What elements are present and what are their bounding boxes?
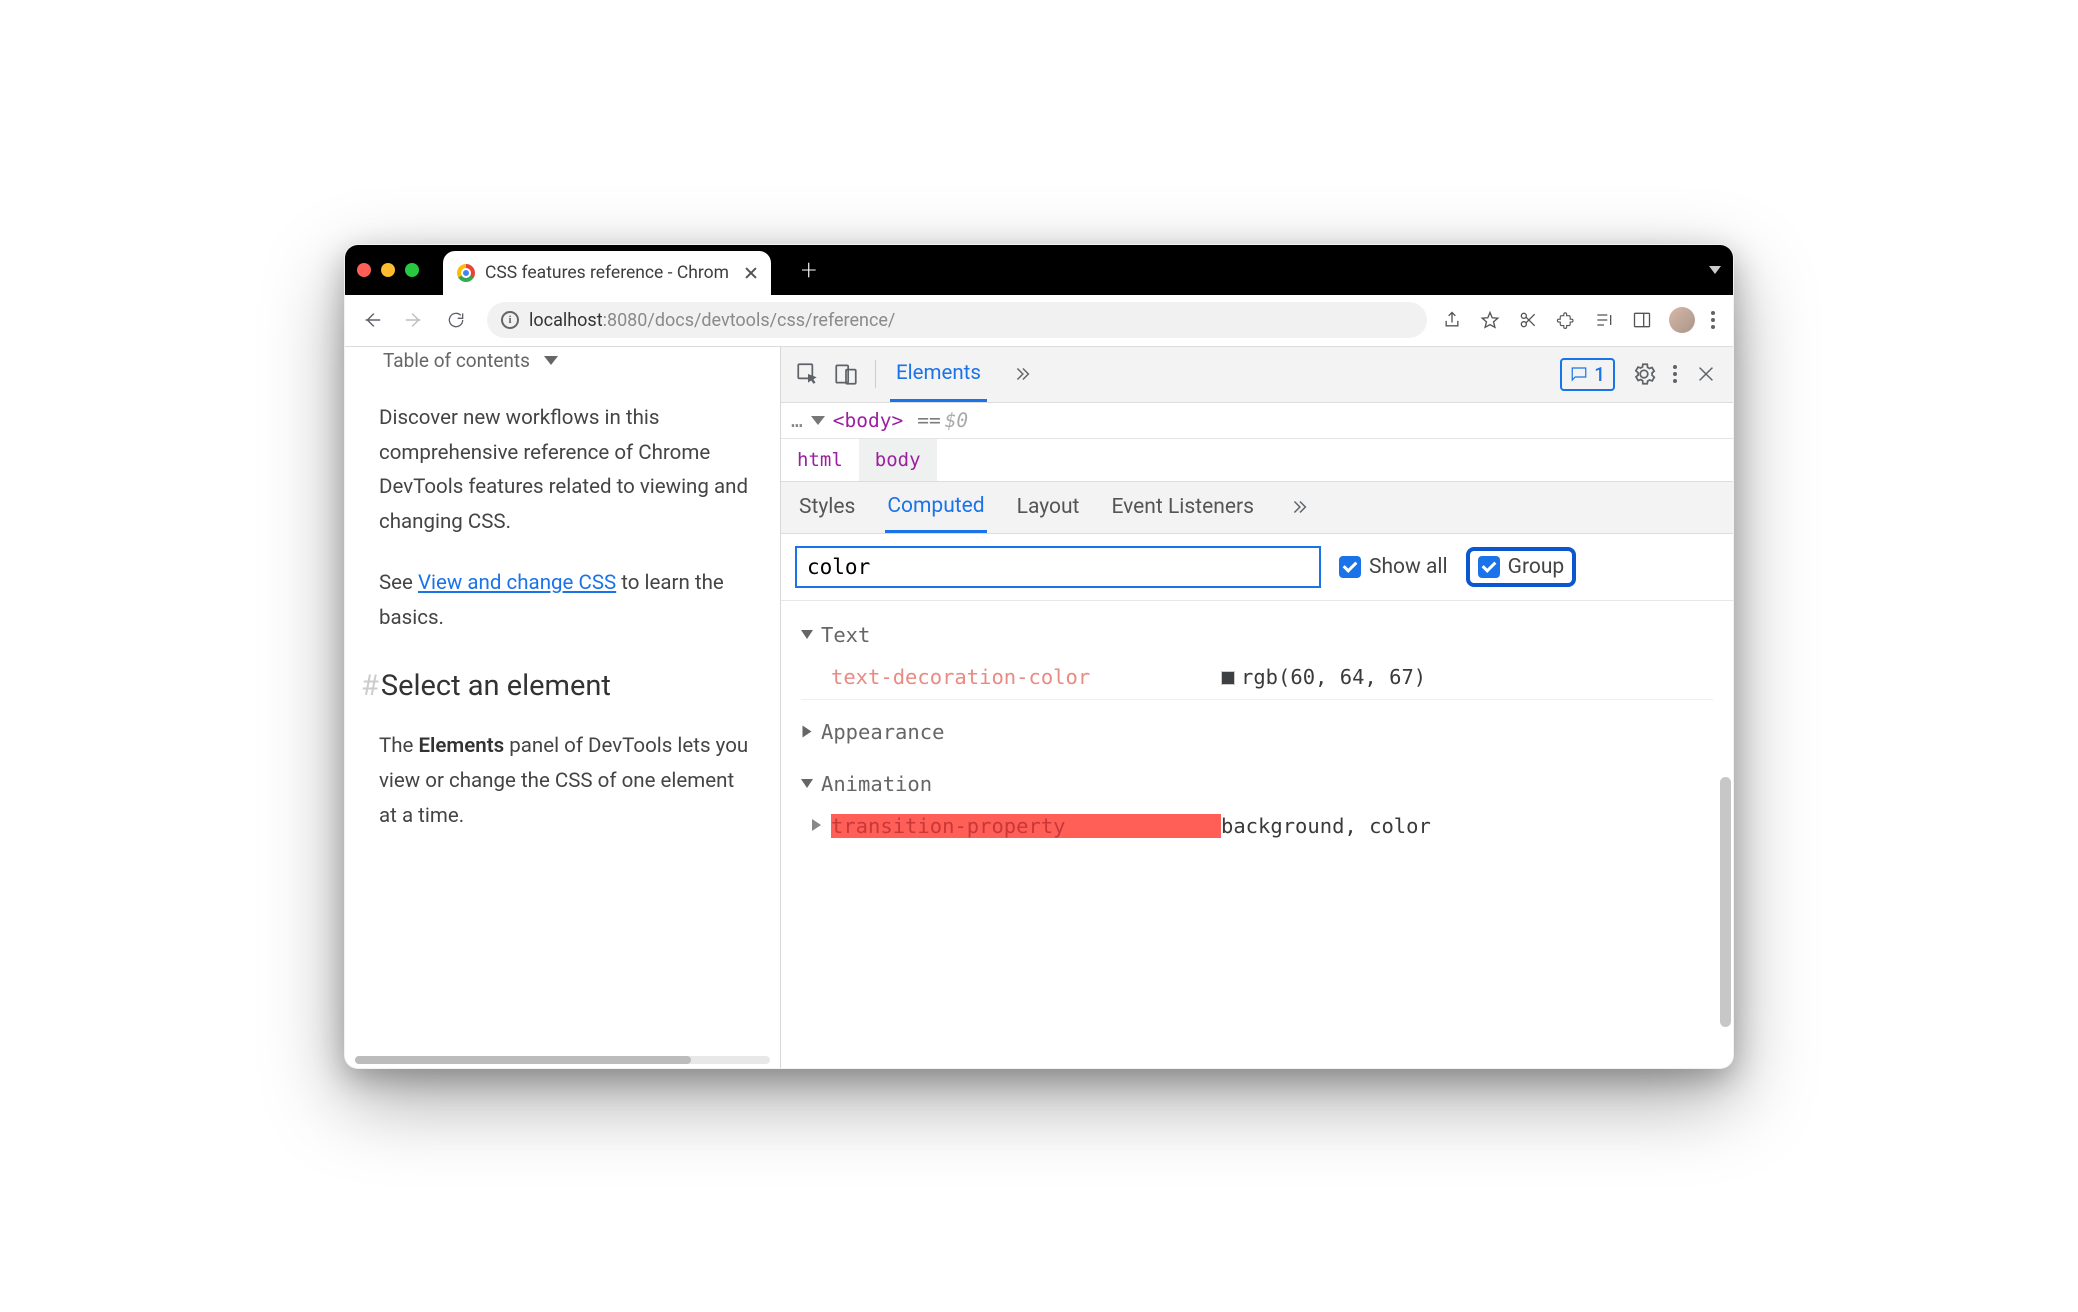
back-button[interactable] [355,303,389,337]
dom-dollar-zero: $0 [945,409,968,432]
breadcrumb-body[interactable]: body [859,439,937,481]
device-toolbar-icon[interactable] [831,359,861,389]
group-header-text[interactable]: Text [801,615,1713,655]
content-area: Table of contents Discover new workflows… [345,347,1733,1068]
tabs-menu-chevron-down-icon[interactable] [1709,266,1721,274]
issues-count: 1 [1594,363,1605,386]
expand-triangle-icon[interactable] [811,416,825,425]
titlebar: CSS features reference - Chrom + [345,245,1733,295]
browser-menu-icon[interactable] [1711,311,1715,329]
new-tab-button[interactable]: + [801,253,817,286]
tab-styles[interactable]: Styles [797,483,857,531]
browser-window: CSS features reference - Chrom + i local… [344,244,1734,1069]
breadcrumb-html[interactable]: html [781,439,859,481]
toc-label: Table of contents [383,347,530,377]
devtools-vertical-scrollbar[interactable] [1720,777,1731,1027]
browser-tab[interactable]: CSS features reference - Chrom [443,251,771,295]
maximize-window-button[interactable] [405,263,419,277]
group-header-animation[interactable]: Animation [801,764,1713,804]
checkbox-checked-icon [1478,556,1500,578]
devtools-menu-icon[interactable] [1673,365,1677,383]
page-horizontal-scrollbar[interactable] [355,1056,770,1064]
close-tab-icon[interactable] [745,267,757,279]
minimize-window-button[interactable] [381,263,395,277]
see-paragraph: See View and change CSS to learn the bas… [379,566,752,636]
anchor-hash-icon[interactable]: # [361,669,379,703]
property-value: rgb(60, 64, 67) [1221,665,1426,689]
url-toolbar: i localhost:8080/docs/devtools/css/refer… [345,295,1733,347]
chevron-down-icon [544,356,558,365]
dom-eq: == [917,409,940,432]
site-info-icon[interactable]: i [501,311,519,329]
url-text: localhost:8080/docs/devtools/css/referen… [529,310,895,331]
chrome-logo-icon [457,264,475,282]
close-window-button[interactable] [357,263,371,277]
more-panel-tabs-chevron-icon[interactable] [1284,492,1314,522]
tab-layout[interactable]: Layout [1015,483,1082,531]
star-bookmark-icon[interactable] [1479,309,1501,331]
computed-properties[interactable]: Text text-decoration-color rgb(60, 64, 6… [781,601,1733,1068]
styles-panel-tabs: Styles Computed Layout Event Listeners [781,482,1733,534]
intro-paragraph: Discover new workflows in this comprehen… [379,401,752,540]
scissors-icon[interactable] [1517,309,1539,331]
show-all-checkbox[interactable]: Show all [1339,555,1448,579]
body-paragraph: The Elements panel of DevTools lets you … [379,729,752,834]
show-all-label: Show all [1369,555,1448,579]
toolbar-right-icons [1441,307,1723,333]
color-swatch-icon [1221,671,1235,685]
dom-tree-row[interactable]: … <body> == $0 [781,403,1733,439]
reload-button[interactable] [439,303,473,337]
inspect-element-icon[interactable] [793,359,823,389]
more-tabs-chevron-icon[interactable] [1007,359,1037,389]
dom-breadcrumb: html body [781,439,1733,482]
triangle-down-icon [801,779,813,788]
checkbox-checked-icon [1339,556,1361,578]
issues-badge[interactable]: 1 [1560,358,1615,391]
share-icon[interactable] [1441,309,1463,331]
rendered-page[interactable]: Table of contents Discover new workflows… [345,347,780,1068]
group-appearance: Appearance [781,706,1733,758]
group-checkbox[interactable]: Group [1466,547,1577,587]
triangle-down-icon [801,630,813,639]
traffic-lights [357,263,419,277]
dom-body-tag: <body> [833,409,903,432]
dom-ellipsis: … [791,409,803,432]
address-bar[interactable]: i localhost:8080/docs/devtools/css/refer… [487,302,1427,338]
property-row[interactable]: transition-property background, color [801,804,1713,848]
computed-filter-row: Show all Group [781,534,1733,601]
tab-title: CSS features reference - Chrom [485,263,729,283]
group-text: Text text-decoration-color rgb(60, 64, 6… [781,609,1733,706]
group-header-appearance[interactable]: Appearance [801,712,1713,752]
table-of-contents-toggle[interactable]: Table of contents [379,347,752,377]
devtools-header: Elements 1 [781,347,1733,403]
triangle-right-icon [803,726,812,738]
settings-gear-icon[interactable] [1629,359,1659,389]
devtools-main-tabs: Elements [890,347,1037,402]
group-label: Group [1508,555,1565,579]
property-name: text-decoration-color [831,665,1221,689]
reading-list-icon[interactable] [1593,309,1615,331]
property-row[interactable]: text-decoration-color rgb(60, 64, 67) [801,655,1713,700]
group-animation: Animation transition-property background… [781,758,1733,854]
forward-button[interactable] [397,303,431,337]
filter-input[interactable] [795,546,1321,588]
side-panel-icon[interactable] [1631,309,1653,331]
profile-avatar[interactable] [1669,307,1695,333]
tab-elements[interactable]: Elements [890,347,987,402]
extensions-puzzle-icon[interactable] [1555,309,1577,331]
property-name: transition-property [831,814,1221,838]
property-value: background, color [1221,814,1431,838]
devtools-panel: Elements 1 [780,347,1733,1068]
triangle-right-icon[interactable] [812,819,821,831]
view-change-css-link[interactable]: View and change CSS [418,571,616,595]
tab-computed[interactable]: Computed [885,482,986,533]
tab-event-listeners[interactable]: Event Listeners [1109,483,1255,531]
section-heading: #Select an element [379,662,752,711]
close-devtools-icon[interactable] [1691,359,1721,389]
